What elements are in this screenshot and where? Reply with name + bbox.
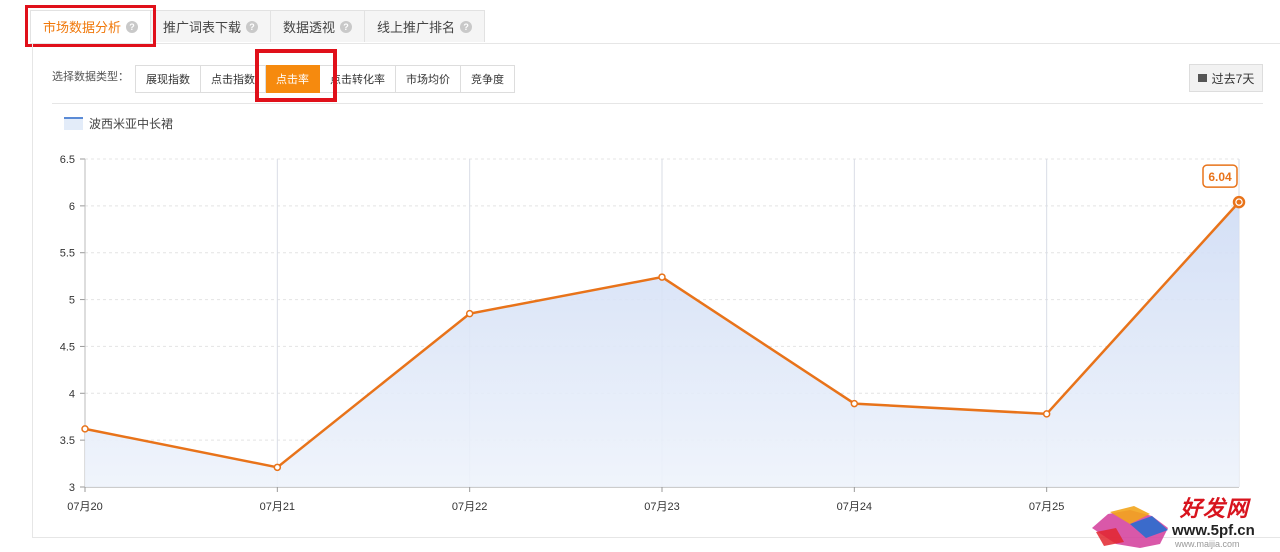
y-tick-label: 5 <box>69 295 75 307</box>
y-tick-label: 3 <box>69 482 75 494</box>
data-point <box>273 463 282 472</box>
y-tick-label: 4 <box>69 388 75 400</box>
data-point <box>658 273 666 281</box>
click-rate-chart: 3 3.5 4 4.5 5 5.5 6 6.5 07月20 07月21 07月22 07月23 07月2… <box>60 154 1246 513</box>
watermark-url-secondary: www.maijia.com <box>1175 539 1240 549</box>
x-tick-label: 07月21 <box>260 501 295 513</box>
data-point <box>850 399 859 408</box>
x-tick-label: 07月22 <box>452 501 487 513</box>
y-tick-label: 6 <box>69 201 75 213</box>
y-tick-label: 4.5 <box>60 341 75 353</box>
watermark-url: www.5pf.cn <box>1172 522 1255 539</box>
y-tick-label: 5.5 <box>60 248 75 260</box>
data-point <box>81 425 89 433</box>
x-tick-label: 07月24 <box>837 501 872 513</box>
watermark-brand: 好发网 <box>1180 496 1250 521</box>
data-point <box>1042 410 1051 418</box>
y-tick-label: 6.5 <box>60 154 75 166</box>
x-tick-label: 07月25 <box>1029 501 1064 513</box>
data-point-center <box>1236 199 1242 205</box>
x-tick-label: 07月23 <box>644 501 679 513</box>
x-tick-label: 07月20 <box>67 501 102 513</box>
data-point <box>465 309 474 318</box>
value-tooltip-label: 6.04 <box>1208 170 1232 184</box>
y-tick-label: 3.5 <box>60 435 75 447</box>
